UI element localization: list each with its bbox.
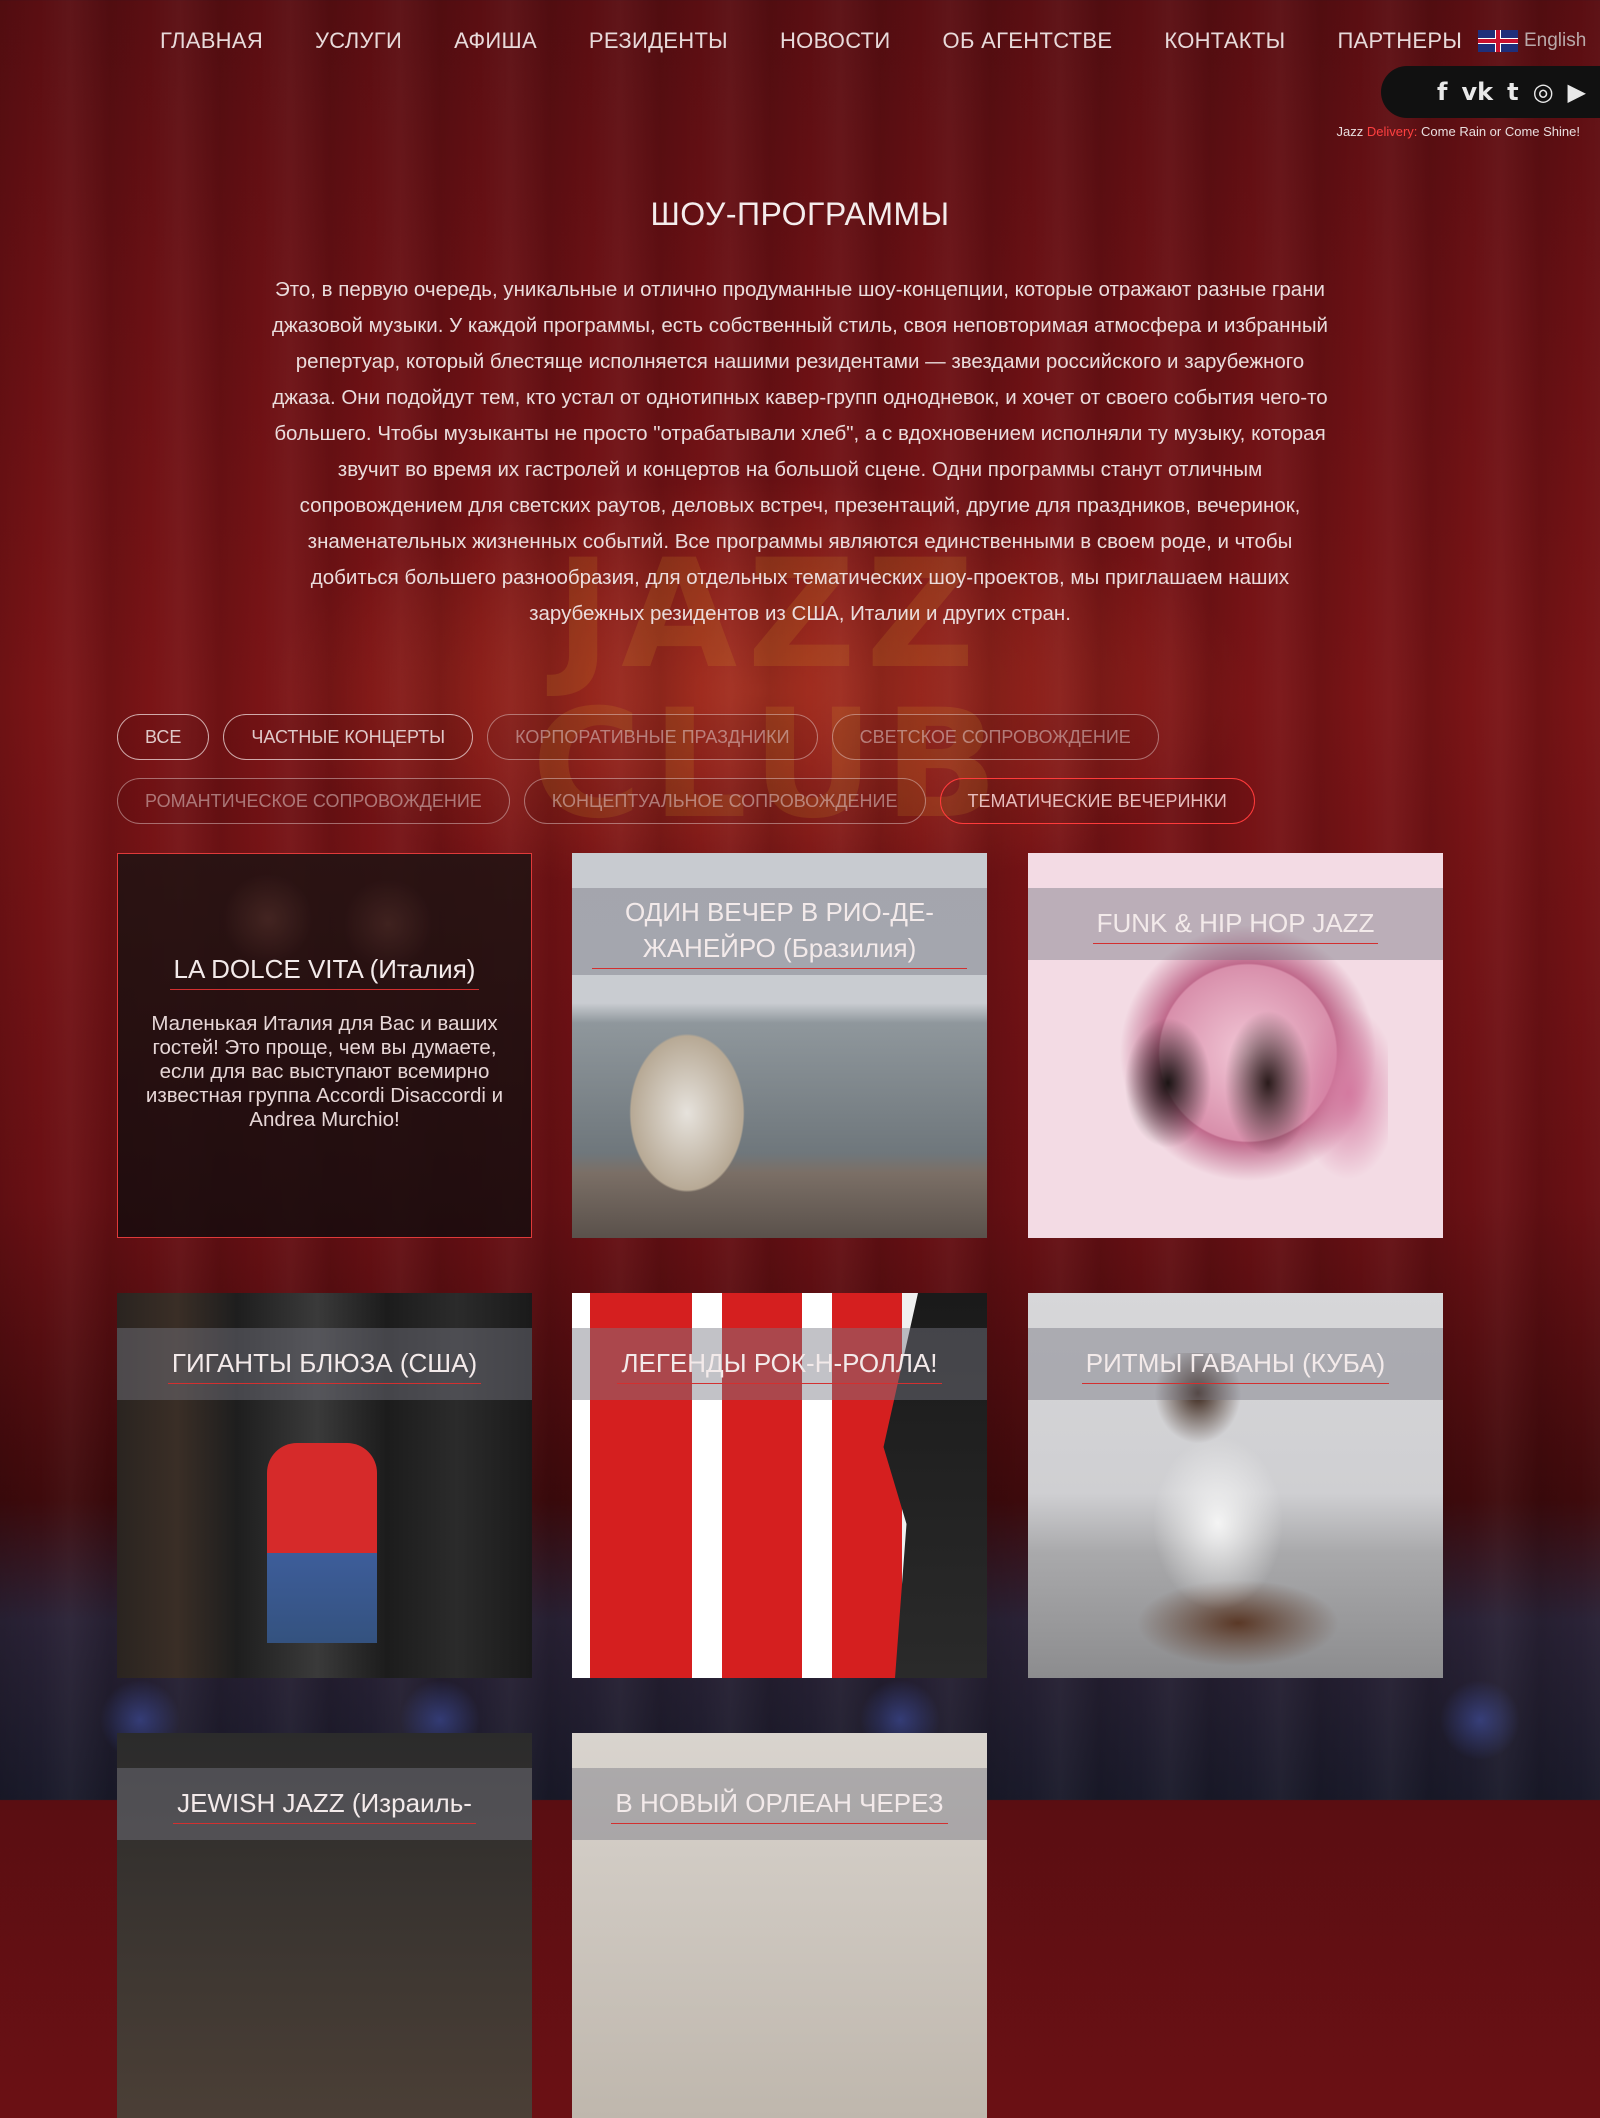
card-description: Маленькая Италия для Вас и ваших гостей!… — [145, 1012, 504, 1131]
card-titlebar: ЛЕГЕНДЫ РОК-Н-РОЛЛА! — [572, 1328, 987, 1400]
program-card-rio[interactable]: ОДИН ВЕЧЕР В РИО-ДЕ-ЖАНЕЙРО (Бразилия) — [572, 853, 987, 1238]
program-card-blues[interactable]: ГИГАНТЫ БЛЮЗА (США) — [117, 1293, 532, 1678]
card-title: РИТМЫ ГАВАНЫ (КУБА) — [1081, 1345, 1390, 1384]
filter-conceptual[interactable]: КОНЦЕПТУАЛЬНОЕ СОПРОВОЖДЕНИЕ — [523, 778, 926, 824]
uk-flag-icon — [1478, 30, 1518, 52]
filter-romantic[interactable]: РОМАНТИЧЕСКОЕ СОПРОВОЖДЕНИЕ — [117, 778, 510, 824]
nav-item-about[interactable]: ОБ АГЕНТСТВЕ — [943, 28, 1113, 54]
tagline: Jazz Delivery: Come Rain or Come Shine! — [1337, 124, 1581, 139]
filter-private-concerts[interactable]: ЧАСТНЫЕ КОНЦЕРТЫ — [223, 714, 474, 760]
program-card-funk[interactable]: FUNK & HIP HOP JAZZ — [1028, 853, 1443, 1238]
youtube-icon[interactable]: ▶ — [1568, 78, 1586, 106]
card-title: JEWISH JAZZ (Израиль- — [173, 1785, 476, 1824]
vk-icon[interactable]: vk — [1461, 78, 1493, 106]
filter-corporate[interactable]: КОРПОРАТИВНЫЕ ПРАЗДНИКИ — [487, 714, 818, 760]
filter-themed-parties[interactable]: ТЕМАТИЧЕСКИЕ ВЕЧЕРИНКИ — [939, 778, 1255, 824]
card-titlebar: FUNK & HIP HOP JAZZ — [1028, 888, 1443, 960]
card-title: В НОВЫЙ ОРЛЕАН ЧЕРЕЗ — [611, 1785, 948, 1824]
card-titlebar: ОДИН ВЕЧЕР В РИО-ДЕ-ЖАНЕЙРО (Бразилия) — [572, 888, 987, 975]
card-titlebar: LA DOLCE VITA (Италия) — [118, 934, 531, 1006]
program-card-rock-n-roll[interactable]: ЛЕГЕНДЫ РОК-Н-РОЛЛА! — [572, 1293, 987, 1678]
main-nav: ГЛАВНАЯ УСЛУГИ АФИША РЕЗИДЕНТЫ НОВОСТИ О… — [160, 28, 1514, 54]
intro-text: Это, в первую очередь, уникальные и отли… — [271, 278, 1329, 625]
card-title: ГИГАНТЫ БЛЮЗА (США) — [167, 1345, 482, 1384]
nav-item-partners[interactable]: ПАРТНЕРЫ — [1337, 28, 1462, 54]
nav-item-events[interactable]: АФИША — [454, 28, 537, 54]
filter-social[interactable]: СВЕТСКОЕ СОПРОВОЖДЕНИЕ — [831, 714, 1159, 760]
program-card-new-orleans[interactable]: В НОВЫЙ ОРЛЕАН ЧЕРЕЗ — [572, 1733, 987, 2118]
program-card-jewish-jazz[interactable]: JEWISH JAZZ (Израиль- — [117, 1733, 532, 2118]
nav-item-news[interactable]: НОВОСТИ — [780, 28, 891, 54]
tagline-part-3: Come Rain or Come Shine! — [1417, 124, 1580, 139]
program-card-havana[interactable]: РИТМЫ ГАВАНЫ (КУБА) — [1028, 1293, 1443, 1678]
nav-item-residents[interactable]: РЕЗИДЕНТЫ — [589, 28, 728, 54]
tagline-part-2: Delivery: — [1366, 124, 1418, 139]
facebook-icon[interactable]: f — [1437, 78, 1447, 106]
filter-all[interactable]: ВСЕ — [117, 714, 210, 760]
card-titlebar: В НОВЫЙ ОРЛЕАН ЧЕРЕЗ — [572, 1768, 987, 1840]
card-titlebar: JEWISH JAZZ (Израиль- — [117, 1768, 532, 1840]
language-switch[interactable]: English — [1478, 30, 1586, 52]
instagram-icon[interactable]: ◎ — [1533, 78, 1554, 106]
social-bar: f vk t ◎ ▶ — [1381, 66, 1600, 118]
nav-item-contacts[interactable]: КОНТАКТЫ — [1164, 28, 1285, 54]
nav-item-services[interactable]: УСЛУГИ — [315, 28, 402, 54]
card-title: LA DOLCE VITA (Италия) — [169, 951, 480, 990]
card-title: ЛЕГЕНДЫ РОК-Н-РОЛЛА! — [617, 1345, 942, 1384]
card-titlebar: ГИГАНТЫ БЛЮЗА (США) — [117, 1328, 532, 1400]
language-label: English — [1524, 30, 1587, 51]
tagline-part-1: Jazz — [1336, 124, 1367, 139]
filter-bar: ВСЕ ЧАСТНЫЕ КОНЦЕРТЫ КОРПОРАТИВНЫЕ ПРАЗД… — [117, 714, 1497, 824]
page-title: ШОУ-ПРОГРАММЫ — [650, 196, 950, 232]
program-card-dolce-vita[interactable]: LA DOLCE VITA (Италия) Маленькая Италия … — [117, 853, 532, 1238]
twitter-icon[interactable]: t — [1507, 78, 1518, 106]
card-title: FUNK & HIP HOP JAZZ — [1092, 905, 1379, 944]
card-titlebar: РИТМЫ ГАВАНЫ (КУБА) — [1028, 1328, 1443, 1400]
nav-item-home[interactable]: ГЛАВНАЯ — [160, 28, 263, 54]
card-title: ОДИН ВЕЧЕР В РИО-ДЕ-ЖАНЕЙРО (Бразилия) — [592, 894, 967, 969]
